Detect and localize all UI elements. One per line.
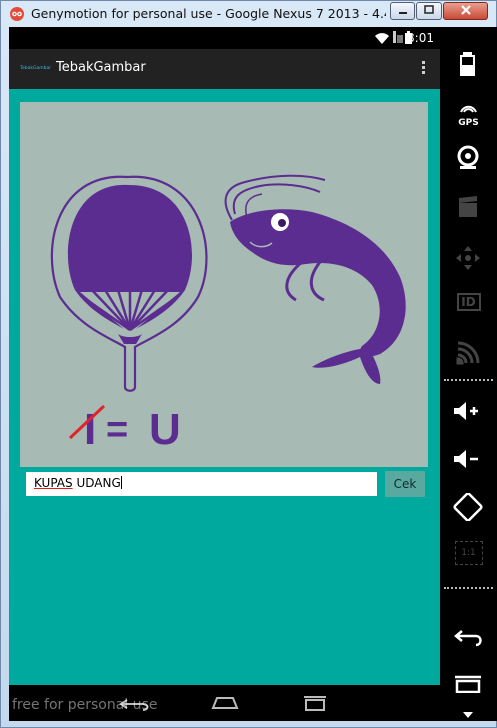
back-icon[interactable] (440, 627, 497, 647)
close-button[interactable] (443, 2, 488, 20)
pixel-ratio-button[interactable]: 1:1 (440, 541, 497, 565)
maximize-button[interactable] (416, 2, 442, 20)
pixel-ratio-label: 1:1 (454, 541, 483, 565)
status-time: 8:01 (407, 31, 434, 45)
gps-icon (460, 105, 477, 113)
answer-word-2: UDANG (72, 476, 121, 490)
answer-word-1: KUPAS (34, 476, 73, 490)
answer-input[interactable]: KUPAS UDANG (26, 472, 377, 496)
id-label: ID (456, 293, 481, 311)
minimize-icon (398, 12, 407, 14)
home-icon[interactable] (440, 710, 497, 720)
app-action-bar: TebakGambar TebakGambar (9, 49, 440, 89)
overflow-dot (422, 66, 425, 69)
hand-fan-icon (50, 175, 208, 392)
overflow-dot (422, 61, 425, 64)
recents-icon[interactable] (440, 675, 497, 693)
cast-icon[interactable] (440, 341, 497, 365)
app-logo: TebakGambar (20, 66, 52, 71)
close-icon (460, 5, 471, 15)
webcam-icon[interactable] (440, 145, 497, 171)
sidebar-divider (444, 379, 493, 381)
battery-icon[interactable] (440, 51, 497, 77)
minimize-button[interactable] (390, 2, 415, 20)
app-title: TebakGambar (56, 60, 146, 75)
overflow-menu-button[interactable] (422, 61, 426, 77)
equation-left-letter: I (84, 405, 96, 454)
volume-down-icon[interactable] (440, 447, 497, 471)
emulator-window: Genymotion for personal use - Google Nex… (0, 0, 497, 728)
genymotion-logo-icon (10, 7, 24, 21)
app-content: I = U KUPAS UDANG Cek (9, 89, 440, 685)
dpad-icon[interactable] (440, 245, 497, 271)
id-button[interactable]: ID (440, 293, 497, 311)
window-titlebar: Genymotion for personal use - Google Nex… (1, 1, 496, 27)
clapper-icon[interactable] (440, 195, 497, 219)
nav-home-icon[interactable] (209, 696, 241, 710)
equation-operator: = (106, 409, 128, 451)
maximize-icon (424, 5, 434, 14)
window-title: Genymotion for personal use - Google Nex… (31, 6, 386, 21)
sidebar-divider (444, 587, 493, 589)
gps-label: GPS (458, 118, 479, 128)
check-button[interactable]: Cek (385, 471, 425, 497)
volume-up-icon[interactable] (440, 399, 497, 423)
genymotion-sidebar: GPS ID 1:1 (440, 27, 497, 721)
equation-right-letter: U (149, 405, 181, 454)
gps-button[interactable]: GPS (440, 99, 497, 128)
watermark-text: free for personal use (12, 697, 158, 713)
wifi-icon (375, 33, 389, 44)
text-caret (120, 476, 122, 489)
nav-recents-icon[interactable] (302, 695, 328, 711)
shrimp-icon (224, 174, 406, 384)
overflow-dot (422, 71, 425, 74)
puzzle-picture: I = U (20, 102, 428, 467)
puzzle-illustration: I = U (50, 174, 406, 454)
device-screen: 8:01 TebakGambar TebakGambar I = U KUPAS… (9, 27, 440, 721)
status-bar: 8:01 (9, 27, 440, 49)
rotate-icon[interactable] (440, 493, 497, 521)
signal-icon (393, 31, 403, 43)
